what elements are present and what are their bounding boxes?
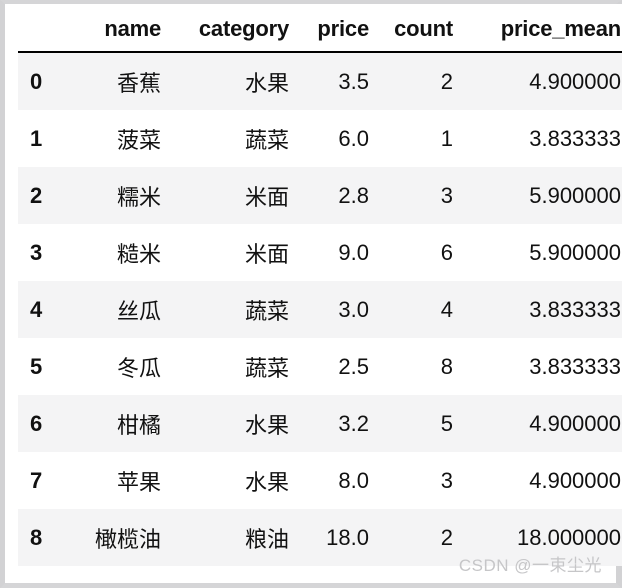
cell-price: 3.2 [298, 395, 378, 452]
row-index: 2 [18, 167, 70, 224]
header-row: name category price count price_mean [18, 4, 622, 53]
cell-name: 香蕉 [70, 52, 170, 110]
cell-price-mean: 4.900000 [462, 52, 622, 110]
cell-category: 米面 [170, 167, 298, 224]
cell-price: 6.0 [298, 110, 378, 167]
table-row: 8 橄榄油 粮油 18.0 2 18.000000 [18, 509, 622, 566]
cell-category: 水果 [170, 395, 298, 452]
cell-price-mean: 3.833333 [462, 110, 622, 167]
table-row: 1 菠菜 蔬菜 6.0 1 3.833333 [18, 110, 622, 167]
table-row: 3 糙米 米面 9.0 6 5.900000 [18, 224, 622, 281]
cell-price-mean: 5.900000 [462, 224, 622, 281]
row-index: 7 [18, 452, 70, 509]
column-header-name: name [70, 4, 170, 53]
table-row: 6 柑橘 水果 3.2 5 4.900000 [18, 395, 622, 452]
table-row: 0 香蕉 水果 3.5 2 4.900000 [18, 52, 622, 110]
row-index: 5 [18, 338, 70, 395]
row-index: 0 [18, 52, 70, 110]
table-row: 7 苹果 水果 8.0 3 4.900000 [18, 452, 622, 509]
table-body: 0 香蕉 水果 3.5 2 4.900000 1 菠菜 蔬菜 6.0 1 3.8… [18, 52, 622, 566]
table-row: 2 糯米 米面 2.8 3 5.900000 [18, 167, 622, 224]
table-header: name category price count price_mean [18, 4, 622, 53]
cell-category: 蔬菜 [170, 338, 298, 395]
cell-name: 丝瓜 [70, 281, 170, 338]
cell-category: 水果 [170, 452, 298, 509]
cell-price-mean: 4.900000 [462, 452, 622, 509]
cell-name: 冬瓜 [70, 338, 170, 395]
cell-category: 水果 [170, 52, 298, 110]
cell-category: 米面 [170, 224, 298, 281]
cell-price: 8.0 [298, 452, 378, 509]
table-row: 5 冬瓜 蔬菜 2.5 8 3.833333 [18, 338, 622, 395]
cell-name: 橄榄油 [70, 509, 170, 566]
cell-price: 3.5 [298, 52, 378, 110]
row-index: 8 [18, 509, 70, 566]
cell-price: 3.0 [298, 281, 378, 338]
row-index: 1 [18, 110, 70, 167]
cell-price-mean: 3.833333 [462, 281, 622, 338]
table-row: 4 丝瓜 蔬菜 3.0 4 3.833333 [18, 281, 622, 338]
cell-count: 2 [378, 509, 462, 566]
cell-category: 粮油 [170, 509, 298, 566]
row-index: 6 [18, 395, 70, 452]
cell-name: 菠菜 [70, 110, 170, 167]
row-index: 4 [18, 281, 70, 338]
cell-price-mean: 3.833333 [462, 338, 622, 395]
cell-count: 3 [378, 167, 462, 224]
cell-price: 2.5 [298, 338, 378, 395]
cell-price-mean: 4.900000 [462, 395, 622, 452]
cell-name: 糯米 [70, 167, 170, 224]
cell-count: 6 [378, 224, 462, 281]
column-header-price: price [298, 4, 378, 53]
column-header-count: count [378, 4, 462, 53]
cell-price: 9.0 [298, 224, 378, 281]
cell-price-mean: 18.000000 [462, 509, 622, 566]
column-header-category: category [170, 4, 298, 53]
cell-name: 糙米 [70, 224, 170, 281]
cell-count: 4 [378, 281, 462, 338]
cell-price: 18.0 [298, 509, 378, 566]
cell-category: 蔬菜 [170, 110, 298, 167]
row-index: 3 [18, 224, 70, 281]
cell-count: 3 [378, 452, 462, 509]
dataframe-scroll-container[interactable]: name category price count price_mean 0 香… [5, 4, 622, 583]
column-header-price-mean: price_mean [462, 4, 622, 53]
column-header-index [18, 4, 70, 53]
dataframe-output-frame: name category price count price_mean 0 香… [0, 0, 622, 588]
cell-price: 2.8 [298, 167, 378, 224]
cell-count: 1 [378, 110, 462, 167]
cell-category: 蔬菜 [170, 281, 298, 338]
cell-name: 苹果 [70, 452, 170, 509]
cell-name: 柑橘 [70, 395, 170, 452]
cell-count: 5 [378, 395, 462, 452]
cell-count: 2 [378, 52, 462, 110]
cell-count: 8 [378, 338, 462, 395]
cell-price-mean: 5.900000 [462, 167, 622, 224]
dataframe-table: name category price count price_mean 0 香… [18, 4, 622, 566]
